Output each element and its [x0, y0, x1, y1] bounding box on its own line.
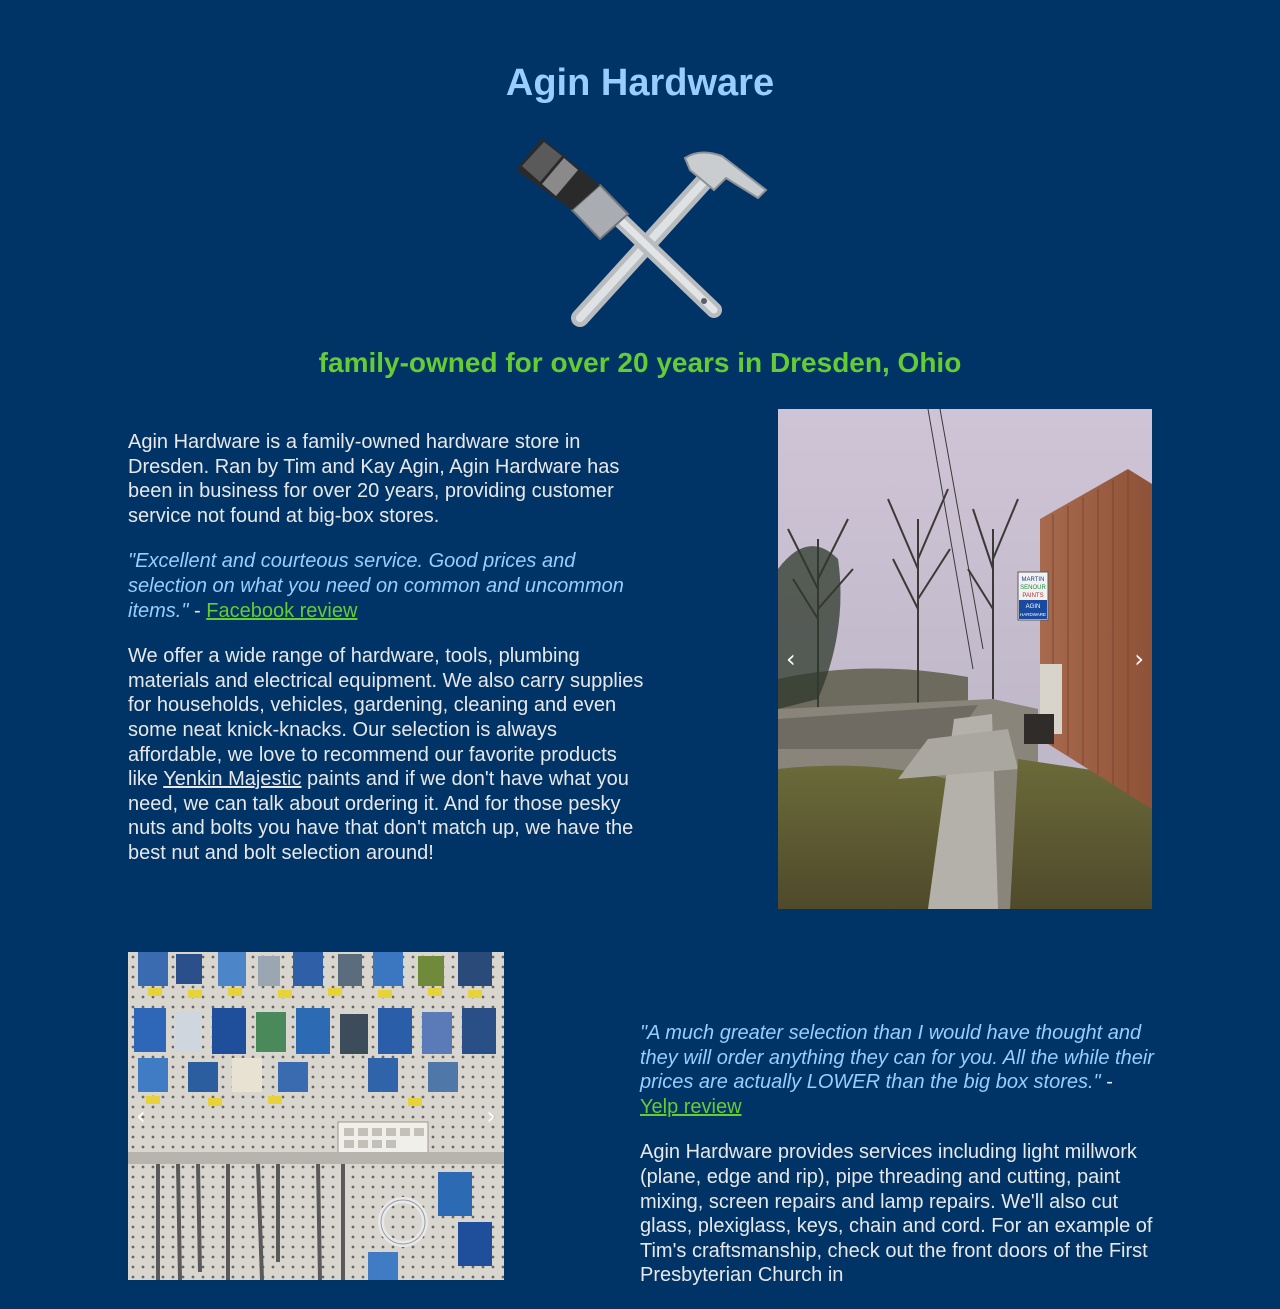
sign-line-5: HARDWARE	[1020, 612, 1046, 617]
sign-line-1: MARTIN	[1022, 577, 1045, 583]
facebook-review-quote: "Excellent and courteous service. Good p…	[128, 549, 644, 623]
sign-line-2: SENOUR	[1020, 585, 1046, 591]
offer-paragraph: We offer a wide range of hardware, tools…	[128, 644, 644, 865]
services-section: "A much greater selection than I would h…	[640, 1021, 1156, 1309]
sign-line-3: PAINTS	[1022, 593, 1043, 599]
interior-prev-arrow[interactable]: ‹	[136, 1104, 146, 1128]
interior-carousel: ‹ ›	[128, 952, 504, 1280]
storefront-photo: MARTIN SENOUR PAINTS AGIN HARDWARE	[778, 409, 1152, 909]
yelp-review-quote: "A much greater selection than I would h…	[640, 1021, 1156, 1119]
interior-photo	[128, 952, 504, 1280]
services-paragraph: Agin Hardware provides services includin…	[640, 1141, 1153, 1287]
review-dash: -	[1100, 1071, 1113, 1094]
about-section: Agin Hardware is a family-owned hardware…	[128, 430, 644, 887]
tagline: family-owned for over 20 years in Dresde…	[318, 347, 962, 378]
yenkin-majestic-link[interactable]: Yenkin Majestic	[163, 768, 301, 790]
yelp-review-link[interactable]: Yelp review	[640, 1096, 742, 1118]
intro-paragraph: Agin Hardware is a family-owned hardware…	[128, 431, 620, 527]
sign-line-4: AGIN	[1026, 604, 1041, 610]
review-dash: -	[188, 599, 207, 622]
site-title: Agin Hardware	[505, 62, 775, 104]
review-text: "A much greater selection than I would h…	[640, 1022, 1154, 1094]
interior-next-arrow[interactable]: ›	[486, 1104, 496, 1128]
paintbrush-hammer-icon	[500, 130, 780, 330]
storefront-prev-arrow[interactable]: ‹	[786, 647, 796, 671]
facebook-review-link[interactable]: Facebook review	[206, 600, 357, 622]
storefront-next-arrow[interactable]: ›	[1134, 647, 1144, 671]
storefront-carousel: MARTIN SENOUR PAINTS AGIN HARDWARE ‹ ›	[778, 409, 1152, 909]
